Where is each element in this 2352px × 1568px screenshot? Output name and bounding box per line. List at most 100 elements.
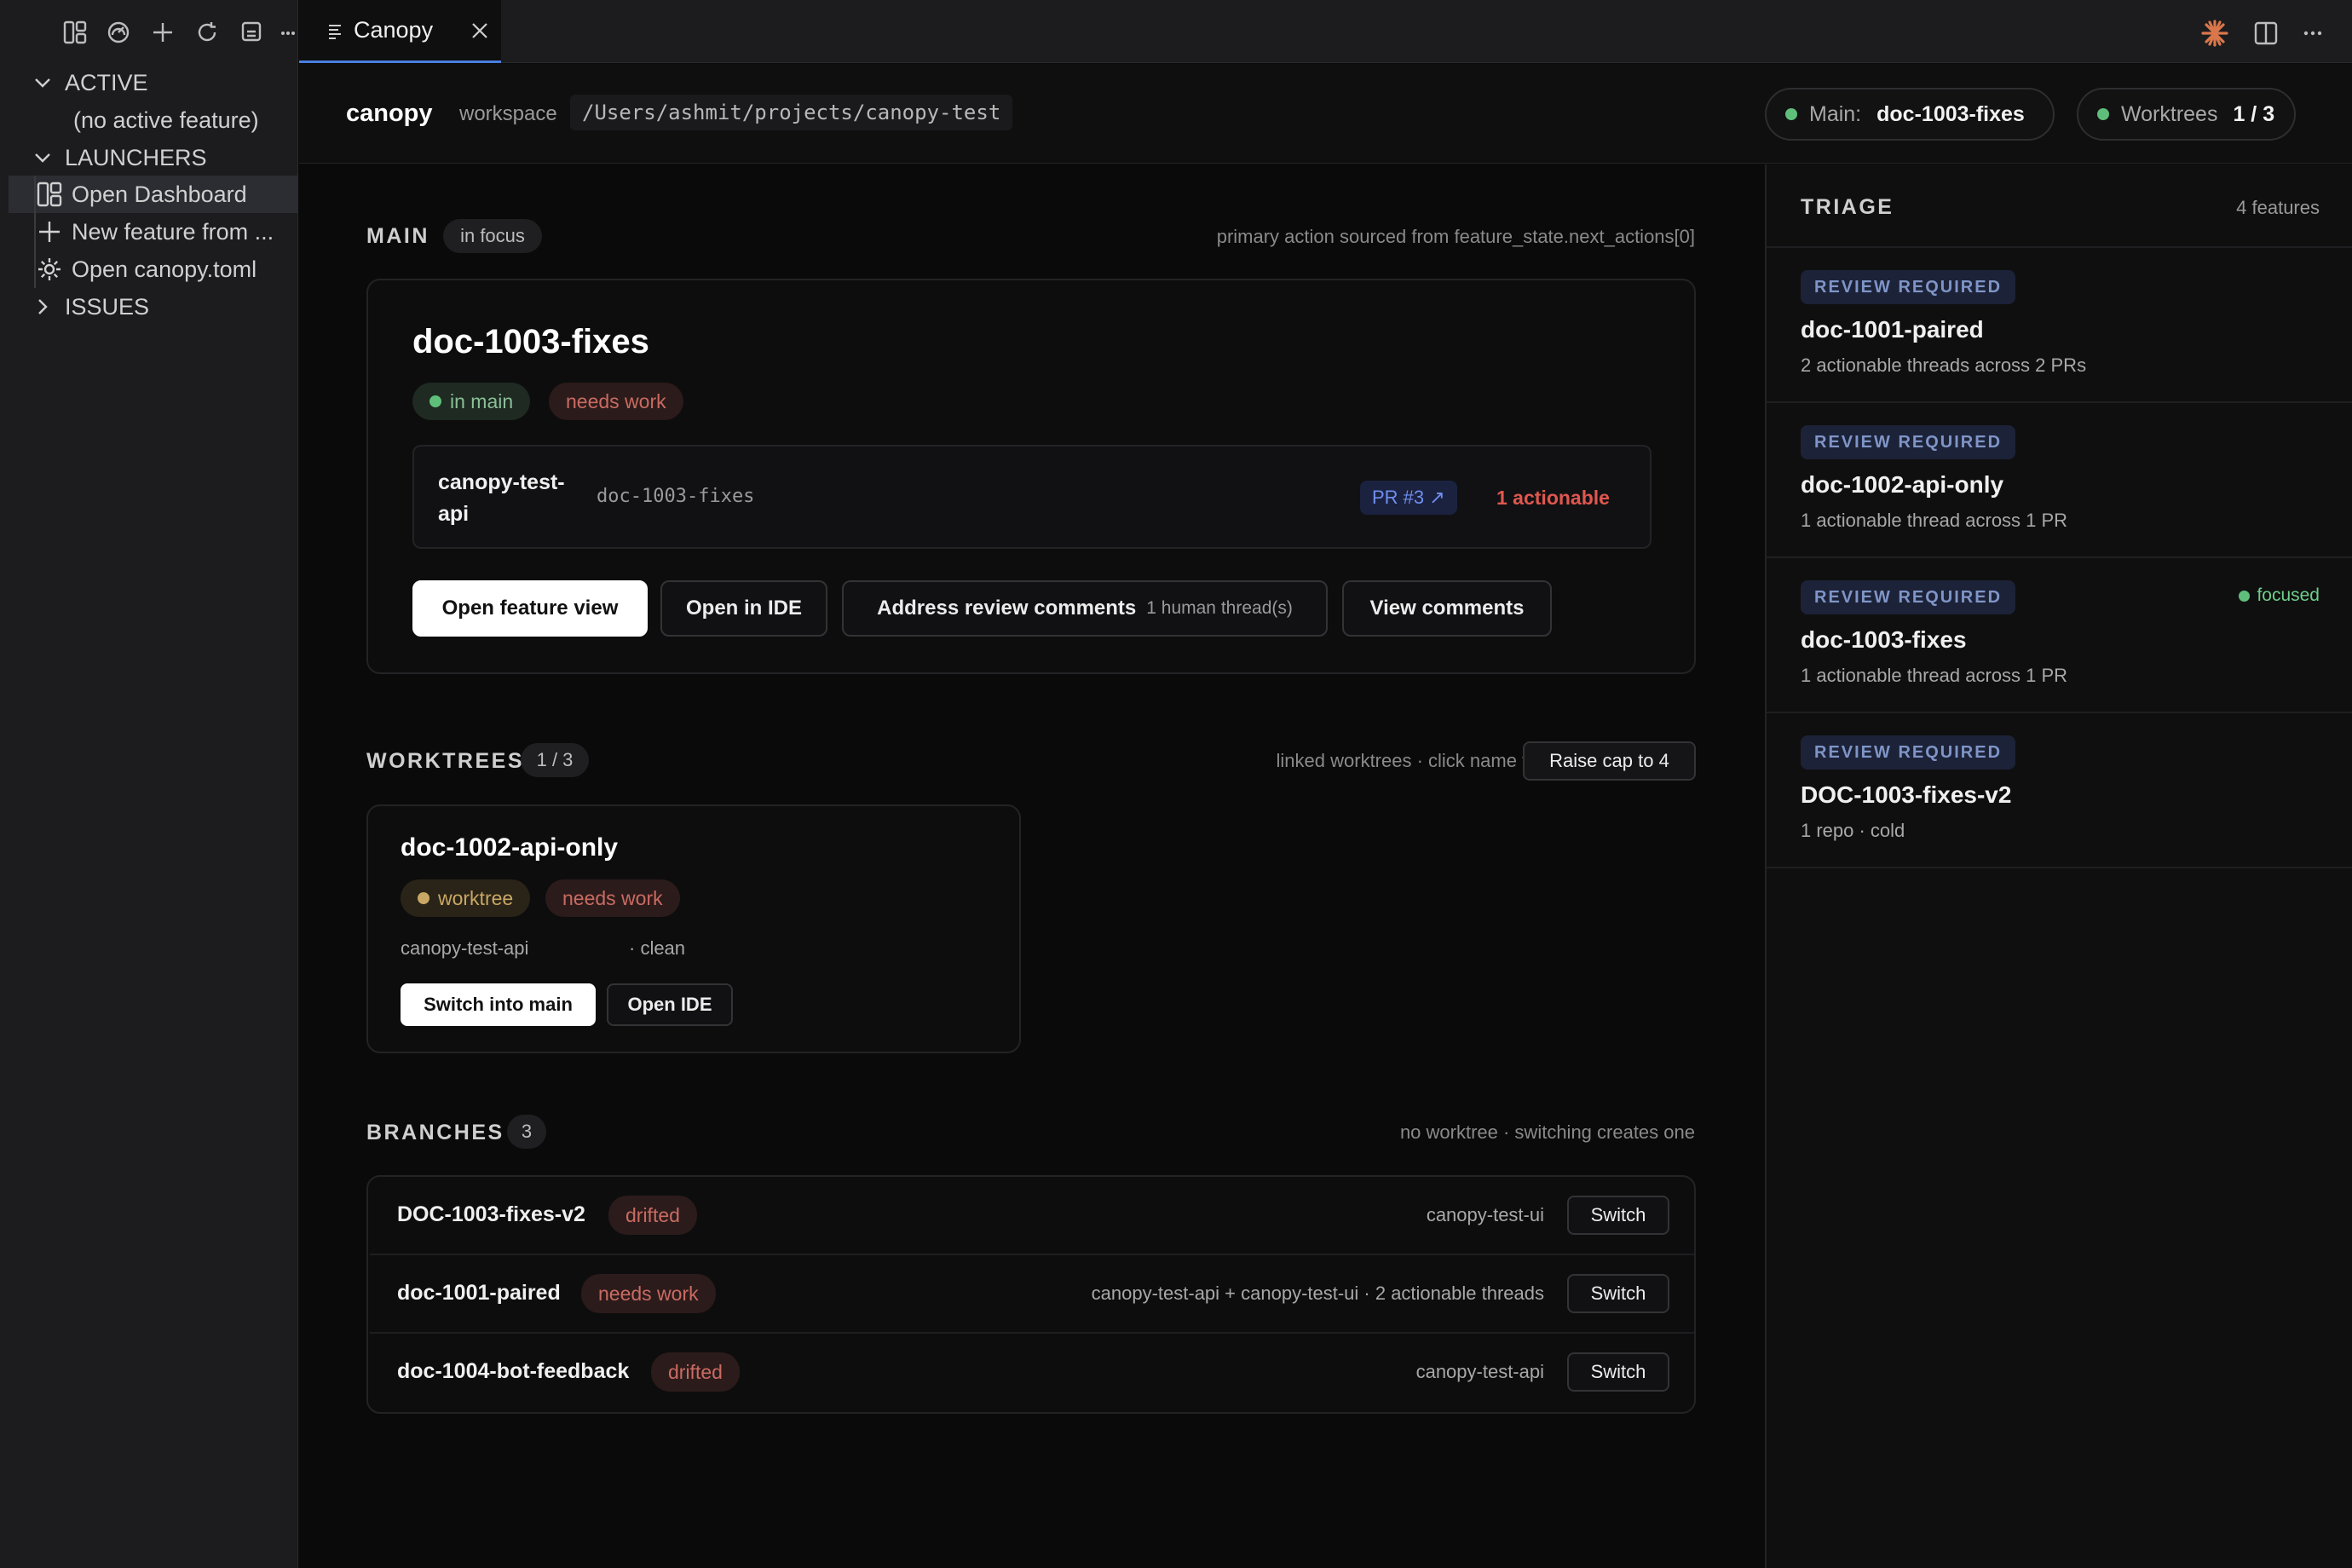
- preview-icon: [329, 24, 341, 39]
- split-editor-icon[interactable]: [2253, 20, 2279, 46]
- feature-title[interactable]: doc-1003-fixes: [412, 323, 649, 361]
- chevron-right-icon: [38, 299, 48, 314]
- raise-cap-button[interactable]: Raise cap to 4: [1523, 741, 1696, 781]
- switch-button[interactable]: Switch: [1567, 1274, 1669, 1313]
- count-label: 3: [521, 1121, 533, 1142]
- launcher-open-dashboard[interactable]: Open Dashboard: [9, 176, 298, 213]
- repo-name-line: api: [438, 502, 470, 526]
- address-review-comments-button[interactable]: Address review comments 1 human thread(s…: [842, 580, 1328, 637]
- pr-label: PR #3 ↗: [1372, 487, 1445, 508]
- button-label: Switch: [1590, 1283, 1646, 1304]
- close-icon[interactable]: [470, 21, 489, 40]
- button-label: Switch: [1590, 1361, 1646, 1382]
- worktrees-value: 1 / 3: [2233, 101, 2275, 126]
- triage-title: TRIAGE: [1801, 195, 1894, 219]
- branches-hint: no worktree · switching creates one: [1399, 1121, 1695, 1143]
- needs-work-badge: needs work: [549, 383, 683, 420]
- actionable-count: 1 actionable: [1496, 487, 1610, 509]
- tree-guide: [34, 176, 36, 288]
- triage-item-name: doc-1002-api-only: [1801, 471, 2004, 498]
- button-label: View comments: [1369, 597, 1525, 620]
- button-label: Open in IDE: [685, 597, 802, 620]
- badge-label: REVIEW REQUIRED: [1814, 432, 2003, 452]
- switch-button[interactable]: Switch: [1567, 1352, 1669, 1392]
- button-label: Open feature view: [441, 597, 619, 620]
- pr-link[interactable]: PR #3 ↗: [1360, 481, 1457, 515]
- triage-item-name: doc-1001-paired: [1801, 316, 1984, 343]
- main-status-pill: Main: doc-1003-fixes: [1765, 88, 2055, 141]
- worktree-repo: canopy-test-api: [401, 937, 529, 959]
- triage-item[interactable]: REVIEW REQUIRED doc-1001-paired 2 action…: [1767, 248, 2352, 403]
- view-comments-button[interactable]: View comments: [1342, 580, 1552, 637]
- triage-item-detail: 1 actionable thread across 1 PR: [1801, 665, 2068, 686]
- refresh-icon[interactable]: [192, 17, 222, 48]
- worktree-name[interactable]: doc-1002-api-only: [401, 833, 618, 862]
- tab-canopy[interactable]: Canopy: [299, 0, 501, 63]
- triage-item-name: DOC-1003-fixes-v2: [1801, 781, 2012, 808]
- badge-label: REVIEW REQUIRED: [1814, 277, 2003, 297]
- gear-icon: [38, 258, 61, 280]
- triage-item[interactable]: REVIEW REQUIRED DOC-1003-fixes-v2 1 repo…: [1767, 713, 2352, 868]
- focused-indicator: focused: [2239, 585, 2320, 606]
- badge-label: worktree: [438, 886, 514, 909]
- branch-name: DOC-1003-fixes-v2: [397, 1202, 585, 1226]
- in-main-badge: in main: [412, 383, 531, 420]
- repo-row: canopy-test-api doc-1003-fixes PR #3 ↗ 1…: [412, 445, 1652, 549]
- no-active-feature: (no active feature): [9, 101, 298, 139]
- branch-name: doc-1001-paired: [397, 1281, 561, 1305]
- branches-table: DOC-1003-fixes-v2 drifted canopy-test-ui…: [366, 1175, 1696, 1414]
- switch-button[interactable]: Switch: [1567, 1196, 1669, 1235]
- main-section-hint: primary action sourced from feature_stat…: [1216, 226, 1695, 247]
- status-dot: [429, 395, 441, 407]
- section-active[interactable]: ACTIVE: [9, 64, 298, 101]
- dashboard-header: canopy workspace /Users/ashmit/projects/…: [299, 64, 2352, 164]
- triage-item-detail: 2 actionable threads across 2 PRs: [1801, 355, 2087, 376]
- section-issues[interactable]: ISSUES: [9, 288, 298, 326]
- worktrees-status-pill: Worktrees 1 / 3: [2077, 88, 2296, 141]
- status-dot: [418, 892, 429, 904]
- launcher-label: Open canopy.toml: [72, 256, 257, 282]
- gauge-icon[interactable]: [103, 17, 134, 48]
- triage-item-detail: 1 repo · cold: [1801, 820, 1905, 841]
- branch-meta: canopy-test-ui: [1426, 1204, 1544, 1225]
- claude-icon[interactable]: [2200, 19, 2229, 48]
- section-launchers[interactable]: LAUNCHERS: [9, 139, 298, 176]
- branch-row[interactable]: DOC-1003-fixes-v2 drifted canopy-test-ui…: [370, 1177, 1694, 1255]
- review-required-badge: REVIEW REQUIRED: [1801, 270, 2016, 304]
- button-label: Raise cap to 4: [1549, 750, 1669, 771]
- open-ide-button[interactable]: Open IDE: [607, 983, 733, 1026]
- section-issues-label: ISSUES: [65, 293, 150, 320]
- main-panel: MAIN in focus primary action sourced fro…: [299, 164, 1765, 1568]
- button-sub-label: 1 human thread(s): [1146, 598, 1293, 618]
- repo-name: canopy-test-api: [438, 467, 565, 530]
- triage-header: TRIAGE 4 features: [1767, 164, 2352, 248]
- status-dot: [1785, 108, 1797, 120]
- button-label: Switch: [1590, 1204, 1646, 1225]
- launcher-new-feature[interactable]: New feature from ...: [9, 213, 298, 251]
- triage-item-focused[interactable]: REVIEW REQUIRED focused doc-1003-fixes 1…: [1767, 558, 2352, 713]
- more-actions-icon[interactable]: [2300, 20, 2326, 46]
- open-feature-view-button[interactable]: Open feature view: [412, 580, 648, 637]
- badge-label: drifted: [625, 1203, 680, 1226]
- triage-item[interactable]: REVIEW REQUIRED doc-1002-api-only 1 acti…: [1767, 403, 2352, 558]
- plus-icon[interactable]: [147, 17, 178, 48]
- branch-row[interactable]: doc-1004-bot-feedback drifted canopy-tes…: [370, 1334, 1694, 1412]
- main-feature-card: doc-1003-fixes in main needs work canopy…: [366, 279, 1696, 674]
- badge-label: in main: [450, 389, 514, 412]
- chevron-down-icon: [35, 153, 50, 163]
- collapse-all-icon[interactable]: [237, 17, 268, 48]
- status-dot: [2239, 590, 2251, 602]
- chevron-down-icon: [35, 78, 50, 88]
- review-required-badge: REVIEW REQUIRED: [1801, 580, 2016, 614]
- layout-icon[interactable]: [60, 17, 90, 48]
- in-focus-label: in focus: [460, 225, 525, 246]
- main-value: doc-1003-fixes: [1876, 101, 2025, 126]
- more-icon[interactable]: [278, 17, 298, 48]
- launcher-open-canopy-toml[interactable]: Open canopy.toml: [9, 251, 298, 288]
- needs-work-badge: needs work: [581, 1274, 716, 1313]
- branches-count-chip: 3: [507, 1115, 546, 1149]
- switch-into-main-button[interactable]: Switch into main: [401, 983, 596, 1026]
- branch-row[interactable]: doc-1001-paired needs work canopy-test-a…: [370, 1255, 1694, 1334]
- open-in-ide-button[interactable]: Open in IDE: [660, 580, 827, 637]
- badge-label: REVIEW REQUIRED: [1814, 742, 2003, 762]
